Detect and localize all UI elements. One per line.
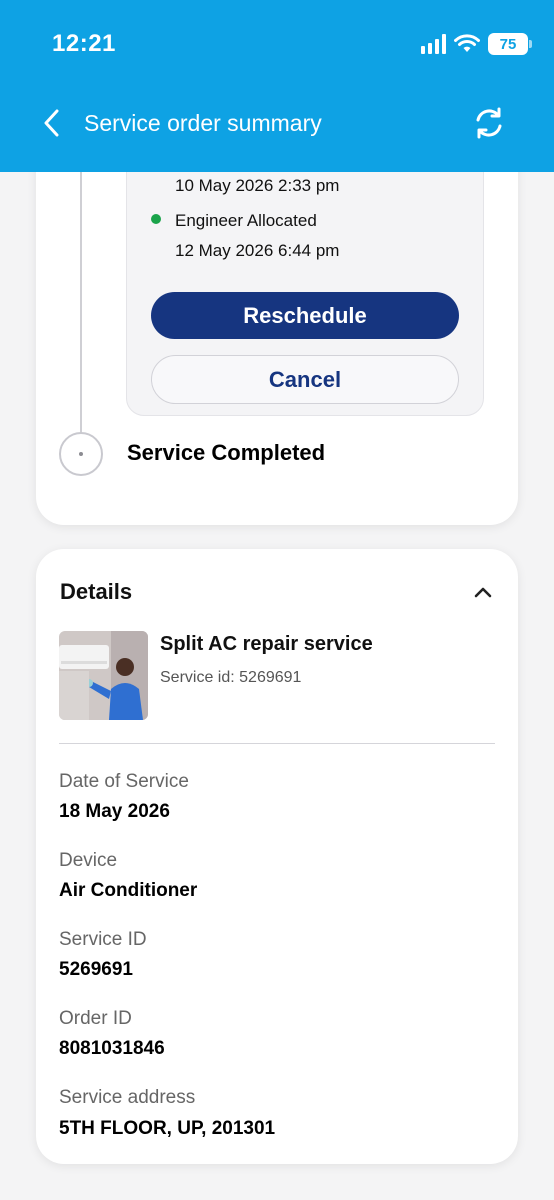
- event-date: 12 May 2026 6:44 pm: [175, 241, 340, 260]
- status-icons: 75: [421, 30, 532, 58]
- date-of-service-label: Date of Service: [59, 771, 189, 792]
- service-name: Split AC repair service: [160, 633, 373, 655]
- refresh-icon: [476, 107, 502, 139]
- divider: [59, 743, 495, 744]
- cancel-button[interactable]: Cancel: [151, 355, 459, 404]
- device-value: Air Conditioner: [59, 880, 198, 901]
- service-address-label: Service address: [59, 1087, 196, 1108]
- page-title: Service order summary: [84, 110, 322, 136]
- battery-level: 75: [499, 35, 517, 53]
- order-id-label: Order ID: [59, 1008, 132, 1029]
- battery-icon: 75: [488, 33, 532, 55]
- wifi-icon: [454, 34, 480, 52]
- details-card: Details Split AC repair service Service …: [36, 549, 518, 1164]
- chevron-up-icon: [474, 587, 492, 598]
- details-title: Details: [60, 579, 133, 604]
- service-id-subtitle: Service id: 5269691: [160, 669, 302, 686]
- service-id-value: 5269691: [59, 959, 133, 980]
- service-address-value: 5TH FLOOR, UP, 201301: [59, 1118, 276, 1139]
- event-status-dot: [151, 214, 161, 224]
- date-of-service-value: 18 May 2026: [59, 801, 170, 822]
- order-id-value: 8081031846: [59, 1038, 165, 1059]
- service-thumbnail: [59, 631, 148, 720]
- step-pending-icon: [59, 432, 103, 476]
- reschedule-button[interactable]: Reschedule: [151, 292, 459, 339]
- collapse-details-button[interactable]: [470, 579, 496, 605]
- step-service-completed: Service Completed: [127, 440, 326, 465]
- event-label: Engineer Allocated: [175, 211, 317, 230]
- signal-icon: [421, 34, 446, 54]
- status-time: 12:21: [52, 30, 116, 57]
- service-id-label: Service ID: [59, 929, 147, 950]
- previous-event-date: 10 May 2026 2:33 pm: [175, 176, 340, 195]
- app-header: 12:21 75 Service order summary: [0, 0, 554, 172]
- timeline-connector: [80, 172, 82, 434]
- device-label: Device: [59, 850, 118, 871]
- back-arrow-icon: [44, 109, 59, 137]
- back-button[interactable]: [36, 106, 66, 140]
- refresh-button[interactable]: [470, 104, 508, 142]
